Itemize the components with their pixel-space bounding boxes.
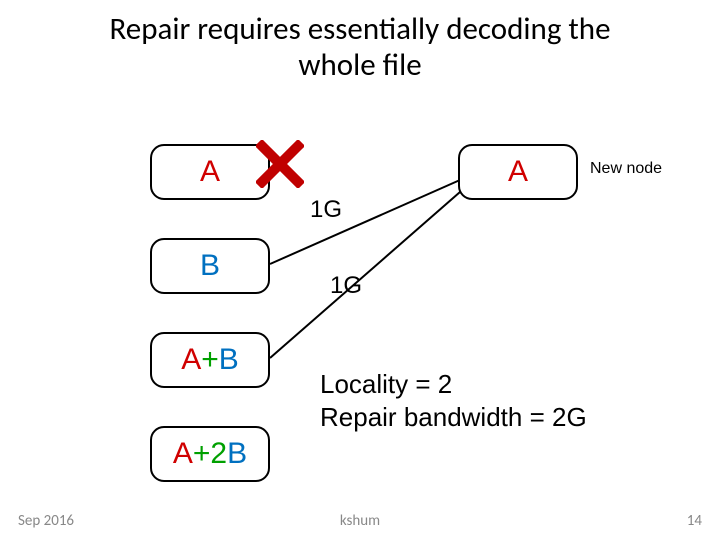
node-b: B	[150, 238, 270, 294]
failed-cross-icon	[256, 140, 304, 188]
a-plus-2b-b: B	[227, 437, 247, 471]
slide-title: Repair requires essentially decoding the…	[0, 12, 720, 83]
edge-label-top: 1G	[310, 196, 342, 224]
title-line-1: Repair requires essentially decoding the	[109, 10, 610, 48]
footer-author: kshum	[0, 512, 720, 530]
slide: Repair requires essentially decoding the…	[0, 0, 720, 540]
node-b-label: B	[200, 249, 220, 283]
a-plus-2b-a: A	[173, 437, 193, 471]
new-node-annotation: New node	[590, 160, 662, 178]
node-a-plus-2b: A+2B	[150, 426, 270, 482]
caption: Locality = 2 Repair bandwidth = 2G	[320, 368, 587, 433]
a-plus-b-a: A	[181, 343, 201, 377]
node-a-new-label: A	[508, 155, 528, 189]
footer-page-number: 14	[687, 512, 702, 530]
node-a-failed: A	[150, 144, 270, 200]
title-line-2: whole file	[298, 46, 421, 84]
node-a-new: A	[458, 144, 578, 200]
a-plus-b-b: B	[219, 343, 239, 377]
a-plus-b-plus: +	[201, 343, 219, 377]
caption-line-2: Repair bandwidth = 2G	[320, 402, 587, 432]
a-plus-2b-plus: +	[193, 437, 211, 471]
a-plus-2b-2: 2	[210, 437, 227, 471]
edge-label-bottom: 1G	[330, 272, 362, 300]
node-a-failed-label: A	[200, 155, 220, 189]
node-a-plus-b: A+B	[150, 332, 270, 388]
caption-line-1: Locality = 2	[320, 369, 452, 399]
